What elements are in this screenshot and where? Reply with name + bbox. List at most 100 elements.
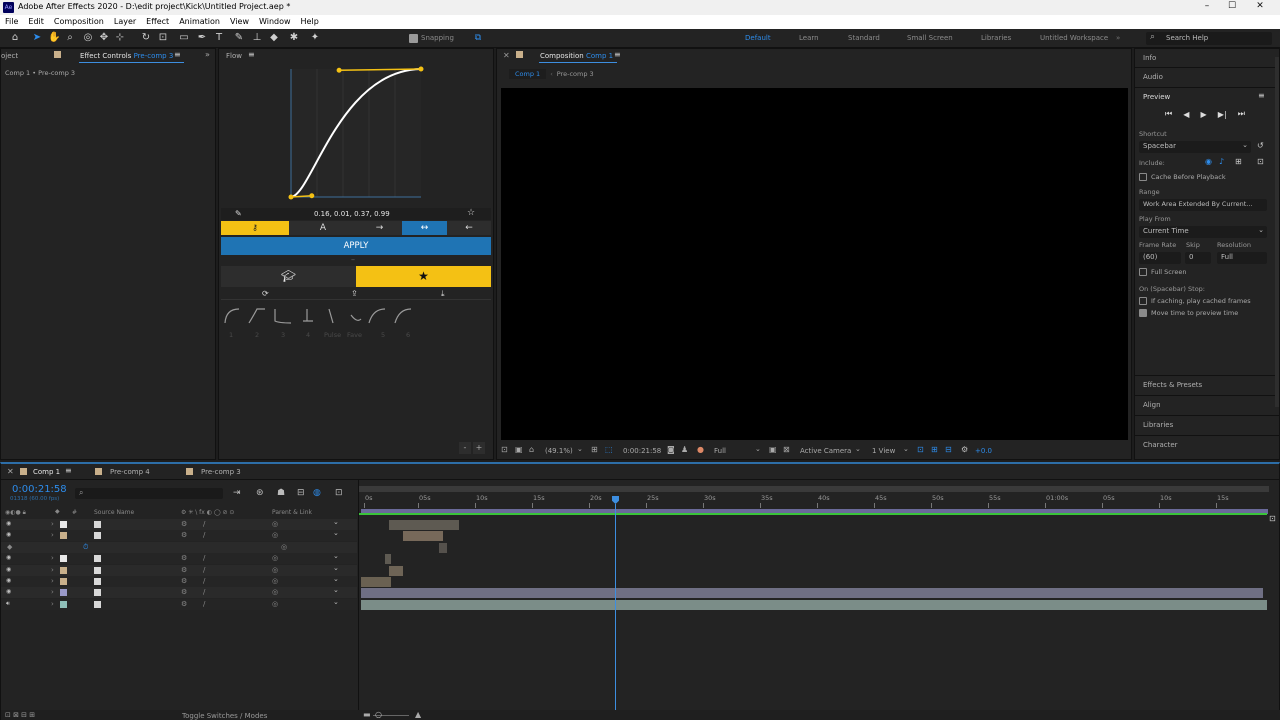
- panel-menu-icon[interactable]: ≡: [174, 50, 181, 59]
- curve-values-text[interactable]: 0.16, 0.01, 0.37, 0.99: [314, 210, 390, 218]
- parent-chevron-icon[interactable]: ⌄: [333, 564, 339, 572]
- if-caching-checkbox[interactable]: [1139, 297, 1147, 305]
- layer-row[interactable]: ◉ › ⚙ / ◎ ⌄: [1, 529, 357, 542]
- bezier-curve-graph[interactable]: [279, 61, 429, 207]
- shy-switch-icon[interactable]: ⚙: [181, 520, 187, 528]
- ease-out-button[interactable]: ←: [447, 221, 491, 235]
- timeline-zoom-end-icon[interactable]: ⊡: [1269, 514, 1276, 523]
- layer-duration-bar[interactable]: [389, 565, 403, 576]
- tab-effect-controls[interactable]: Effect Controls Pre-comp 3: [80, 52, 173, 60]
- layer-row[interactable]: ◉ › ⚙ / ◎ ⌄: [1, 586, 357, 599]
- visibility-eye-icon[interactable]: ◉: [6, 554, 11, 561]
- parent-pickwhip-icon[interactable]: ◎: [272, 566, 278, 574]
- menu-layer[interactable]: Layer: [109, 15, 141, 26]
- include-overlays-icon[interactable]: ⊞: [1235, 157, 1242, 166]
- home-icon[interactable]: ⌂: [9, 32, 21, 44]
- expand-chevron-icon[interactable]: ›: [51, 554, 54, 562]
- zoom-level[interactable]: (49.1%): [545, 447, 573, 455]
- text-mode-button[interactable]: A: [289, 221, 357, 235]
- zoom-out-icon[interactable]: ▬: [363, 710, 371, 719]
- column-source-name[interactable]: Source Name: [94, 509, 134, 516]
- learn-tab-button[interactable]: 🎓︎: [221, 266, 356, 287]
- full-screen-option[interactable]: Full Screen: [1139, 268, 1187, 276]
- stopwatch-icon[interactable]: ⏱: [83, 543, 88, 552]
- timeline-tab-comp-1[interactable]: Comp 1: [33, 468, 60, 476]
- expand-chevron-icon[interactable]: ›: [51, 600, 54, 608]
- play-icon[interactable]: ▶︎: [1201, 110, 1207, 119]
- nav-comp-1[interactable]: Comp 1: [509, 69, 547, 79]
- keyframe-track[interactable]: [439, 542, 447, 553]
- quality-switch-icon[interactable]: /: [203, 600, 205, 608]
- quality-switch-icon[interactable]: /: [203, 566, 205, 574]
- shortcut-dropdown[interactable]: Spacebar ⌄: [1139, 141, 1251, 153]
- tab-project[interactable]: oject: [1, 52, 18, 60]
- workspace-small-screen[interactable]: Small Screen: [907, 34, 953, 42]
- layer-duration-bar[interactable]: [361, 577, 391, 587]
- zoom-tool-icon[interactable]: ⌕: [64, 32, 76, 44]
- prev-frame-icon[interactable]: ◀︎: [1183, 110, 1189, 119]
- layer-row[interactable]: ◉ › ⚙ / ◎ ⌄: [1, 518, 357, 530]
- resolution-chevron-icon[interactable]: ⌄: [755, 445, 761, 453]
- first-frame-icon[interactable]: ⏮: [1165, 109, 1172, 119]
- last-frame-icon[interactable]: ⏭: [1238, 109, 1245, 119]
- expression-pickwhip-icon[interactable]: ◎: [281, 543, 287, 551]
- timeline-link-icon[interactable]: ⊟: [945, 445, 952, 454]
- flowchart-icon[interactable]: ⚙: [961, 445, 968, 454]
- expand-chevron-icon[interactable]: ›: [51, 566, 54, 574]
- layer-row[interactable]: ◉ › ⚙ / ◎ ⌄: [1, 564, 357, 576]
- hand-tool-icon[interactable]: ✋: [48, 32, 60, 44]
- right-panel-scrollbar[interactable]: [1275, 57, 1279, 407]
- view-layout-dropdown[interactable]: 1 View: [872, 447, 895, 455]
- reset-icon[interactable]: ↺: [1257, 141, 1264, 150]
- rectangle-tool-icon[interactable]: ▭: [178, 32, 190, 44]
- visibility-eye-icon[interactable]: ◉: [6, 520, 11, 527]
- info-panel-header[interactable]: Info: [1143, 54, 1156, 62]
- full-screen-checkbox[interactable]: [1139, 268, 1147, 276]
- key-mode-button[interactable]: ⚷: [221, 221, 289, 235]
- preview-menu-icon[interactable]: ≡: [1258, 91, 1265, 100]
- comp-mini-flowchart-icon[interactable]: ⇥: [233, 488, 241, 498]
- apply-button[interactable]: APPLY: [221, 237, 491, 255]
- preview-panel-header[interactable]: Preview: [1143, 93, 1170, 101]
- play-from-dropdown[interactable]: Current Time ⌄: [1139, 226, 1267, 238]
- upload-icon[interactable]: ⇪: [351, 289, 358, 298]
- divider-handle[interactable]: –: [351, 255, 355, 264]
- menu-composition[interactable]: Composition: [49, 15, 109, 26]
- comp-viewer[interactable]: [501, 88, 1128, 440]
- label-color-swatch[interactable]: [60, 600, 67, 608]
- shy-switch-icon[interactable]: ⚙: [181, 566, 187, 574]
- dolly-camera-icon[interactable]: ⊹: [114, 32, 126, 44]
- label-color-swatch[interactable]: [60, 532, 67, 540]
- toggle-switches-modes[interactable]: Toggle Switches / Modes: [182, 712, 267, 720]
- zoom-slider-knob[interactable]: ○: [375, 710, 382, 719]
- comp-timecode[interactable]: 0:00:21:58: [623, 447, 661, 455]
- parent-pickwhip-icon[interactable]: ◎: [272, 520, 278, 528]
- parent-pickwhip-icon[interactable]: ◎: [272, 531, 278, 539]
- label-color-swatch[interactable]: [60, 578, 67, 585]
- workspace-untitled[interactable]: Untitled Workspace: [1040, 34, 1108, 42]
- quality-switch-icon[interactable]: /: [203, 577, 205, 585]
- workspace-libraries[interactable]: Libraries: [981, 34, 1011, 42]
- show-snapshot-icon[interactable]: ♟: [681, 445, 688, 454]
- snapshot-camera-icon[interactable]: ◙: [667, 445, 675, 454]
- range-dropdown[interactable]: Work Area Extended By Current...: [1139, 199, 1267, 211]
- shy-switch-icon[interactable]: ⚙: [181, 588, 187, 596]
- roto-brush-icon[interactable]: ✱: [288, 32, 300, 44]
- label-color-swatch[interactable]: [60, 566, 67, 574]
- mask-visibility-icon[interactable]: ⌂: [529, 445, 534, 454]
- tab-flow[interactable]: Flow: [226, 52, 242, 60]
- layer-duration-bar[interactable]: [361, 588, 1263, 599]
- workspace-standard[interactable]: Standard: [848, 34, 880, 42]
- puppet-pin-icon[interactable]: ✦: [309, 32, 321, 44]
- color-channels-icon[interactable]: ●: [697, 445, 704, 454]
- nav-pre-comp-3[interactable]: Pre-comp 3: [557, 70, 594, 78]
- cache-before-option[interactable]: Cache Before Playback: [1139, 173, 1226, 181]
- quality-switch-icon[interactable]: /: [203, 520, 205, 528]
- eraser-tool-icon[interactable]: ◆: [268, 32, 280, 44]
- fit-icon[interactable]: ⊞: [591, 445, 598, 454]
- snapping-checkbox[interactable]: [409, 34, 418, 43]
- flow-menu-icon[interactable]: ≡: [248, 50, 255, 59]
- visibility-eye-icon[interactable]: ◉: [6, 531, 11, 538]
- preview-resolution-dropdown[interactable]: Full: [1217, 252, 1267, 264]
- visibility-eye-icon[interactable]: ◉: [6, 566, 11, 573]
